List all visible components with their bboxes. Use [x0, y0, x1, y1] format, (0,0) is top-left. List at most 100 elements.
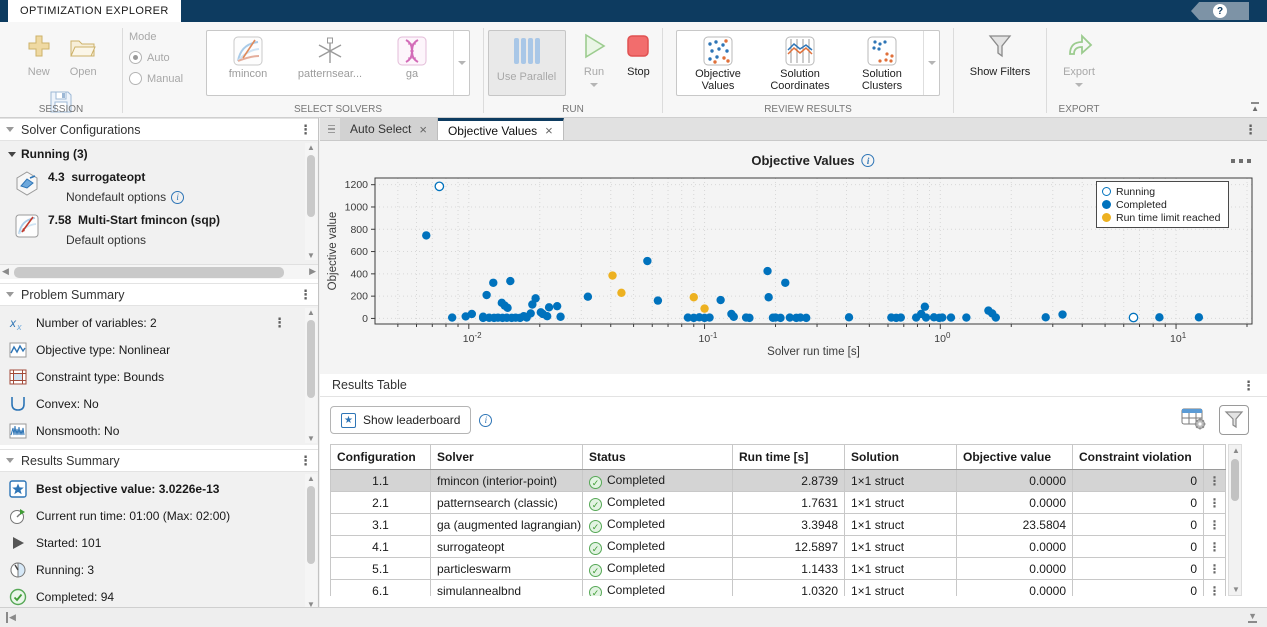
results-summary-header[interactable]: Results Summary ⋮: [0, 449, 318, 472]
scroll-up-icon[interactable]: ▲: [1232, 446, 1240, 455]
kebab-menu-icon[interactable]: ⋮: [1244, 123, 1257, 136]
row-kebab-icon[interactable]: ⋮: [1204, 492, 1226, 514]
table-row[interactable]: 6.1 simulannealbnd ✓Completed 1.0320 1×1…: [331, 580, 1226, 597]
scroll-left-icon[interactable]: ◀: [2, 266, 9, 277]
export-dropdown-icon[interactable]: [1075, 83, 1083, 87]
variables-icon: xx: [9, 314, 27, 332]
collapse-section-icon[interactable]: [6, 458, 14, 463]
scroll-down-icon[interactable]: ▼: [307, 434, 315, 443]
svg-text:1200: 1200: [345, 179, 369, 191]
app-tab[interactable]: OPTIMIZATION EXPLORER: [8, 0, 181, 22]
mode-auto-radio[interactable]: Auto: [129, 51, 193, 64]
table-row[interactable]: 3.1 ga (augmented lagrangian) ✓Completed…: [331, 514, 1226, 536]
table-settings-icon[interactable]: [1181, 406, 1207, 435]
solver-config-item[interactable]: 4.3 surrogateopt Nondefault optionsi: [14, 170, 318, 204]
show-leaderboard-button[interactable]: ★ Show leaderboard: [330, 406, 471, 434]
problem-summary-list: xx Number of variables: 2 ⋮ Objective ty…: [0, 306, 318, 445]
col-status[interactable]: Status: [583, 445, 733, 470]
col-objective[interactable]: Objective value: [957, 445, 1073, 470]
run-time-icon: [9, 507, 27, 525]
mode-manual-radio[interactable]: Manual: [129, 72, 193, 85]
scroll-right-icon[interactable]: ▶: [309, 266, 316, 277]
close-tab-icon[interactable]: ×: [545, 123, 553, 138]
row-kebab-icon[interactable]: ⋮: [1204, 514, 1226, 536]
solver-config-item[interactable]: 7.58 Multi-Start fmincon (sqp) Default o…: [14, 213, 318, 247]
row-kebab-icon[interactable]: ⋮: [1204, 536, 1226, 558]
scroll-up-icon[interactable]: ▲: [307, 308, 315, 317]
table-row[interactable]: 1.1 fmincon (interior-point) ✓Completed …: [331, 470, 1226, 492]
solver-gallery-dropdown[interactable]: [453, 31, 469, 95]
config-horizontal-scrollbar[interactable]: ◀ ▶: [0, 264, 318, 279]
kebab-menu-icon[interactable]: ⋮: [299, 288, 312, 301]
col-configuration[interactable]: Configuration: [331, 445, 431, 470]
problem-summary-title: Problem Summary: [21, 288, 292, 302]
solver-fmincon-button[interactable]: fmincon: [207, 31, 289, 95]
figure-options-icon[interactable]: [1231, 159, 1251, 163]
solver-patternsearch-button[interactable]: patternsear...: [289, 31, 371, 95]
export-button[interactable]: Export: [1059, 30, 1099, 87]
completed-status-icon: ✓: [589, 476, 602, 489]
problem-vertical-scrollbar[interactable]: ▲ ▼: [305, 308, 317, 443]
show-filters-button[interactable]: Show Filters: [960, 30, 1040, 78]
new-button[interactable]: New: [19, 30, 59, 78]
open-button[interactable]: Open: [63, 30, 103, 78]
solver-ga-button[interactable]: ga: [371, 31, 453, 95]
results-vertical-scrollbar[interactable]: ▲ ▼: [305, 474, 317, 609]
table-filter-button[interactable]: [1219, 405, 1249, 435]
info-icon[interactable]: i: [171, 191, 184, 204]
table-vertical-scrollbar[interactable]: ▲ ▼: [1228, 444, 1242, 596]
kebab-menu-icon[interactable]: ⋮: [299, 454, 312, 467]
main-area: Auto Select × Objective Values × ⋮ Objec…: [320, 118, 1267, 607]
kebab-menu-icon[interactable]: ⋮: [1242, 379, 1255, 392]
col-violation[interactable]: Constraint violation: [1073, 445, 1204, 470]
scroll-up-icon[interactable]: ▲: [307, 474, 315, 483]
col-solver[interactable]: Solver: [431, 445, 583, 470]
tab-grip-icon[interactable]: [324, 121, 338, 137]
tab-auto-select[interactable]: Auto Select ×: [340, 118, 438, 140]
info-icon[interactable]: i: [479, 414, 492, 427]
scroll-down-icon[interactable]: ▼: [1232, 585, 1240, 594]
running-group[interactable]: Running (3): [8, 147, 318, 161]
scroll-up-icon[interactable]: ▲: [307, 143, 315, 152]
col-runtime[interactable]: Run time [s]: [733, 445, 845, 470]
scatter-plot[interactable]: 10-210-1100101020040060080010001200Solve…: [320, 141, 1267, 374]
problem-summary-header[interactable]: Problem Summary ⋮: [0, 283, 318, 306]
collapse-bottom-panel-button[interactable]: ▼: [1248, 611, 1257, 623]
tab-objective-values[interactable]: Objective Values ×: [438, 118, 564, 140]
run-dropdown-icon[interactable]: [590, 83, 598, 87]
solution-coordinates-button[interactable]: Solution Coordinates: [759, 31, 841, 95]
review-gallery-dropdown[interactable]: [923, 31, 939, 95]
solution-clusters-button[interactable]: Solution Clusters: [841, 31, 923, 95]
scrollbar-thumb[interactable]: [1231, 459, 1239, 501]
table-row[interactable]: 5.1 particleswarm ✓Completed 1.1433 1×1 …: [331, 558, 1226, 580]
use-parallel-toggle[interactable]: Use Parallel: [488, 30, 566, 96]
row-kebab-icon[interactable]: ⋮: [1204, 558, 1226, 580]
scrollbar-thumb[interactable]: [14, 267, 284, 278]
collapse-section-icon[interactable]: [6, 127, 14, 132]
row-kebab-icon[interactable]: ⋮: [1204, 580, 1226, 597]
kebab-menu-icon[interactable]: ⋮: [299, 123, 312, 136]
results-table[interactable]: Configuration Solver Status Run time [s]…: [330, 444, 1226, 596]
objective-values-button[interactable]: Objective Values: [677, 31, 759, 95]
svg-text:0: 0: [362, 313, 368, 325]
table-row[interactable]: 2.1 patternsearch (classic) ✓Completed 1…: [331, 492, 1226, 514]
help-button[interactable]: ?: [1191, 2, 1249, 20]
results-table-header[interactable]: Results Table ⋮: [320, 374, 1267, 397]
collapse-section-icon[interactable]: [6, 292, 14, 297]
help-icon: ?: [1213, 4, 1227, 18]
table-row[interactable]: 4.1 surrogateopt ✓Completed 12.5897 1×1 …: [331, 536, 1226, 558]
radio-selected-icon: [129, 51, 142, 64]
row-kebab-icon[interactable]: ⋮: [1204, 470, 1226, 492]
run-button[interactable]: Run: [574, 30, 614, 87]
scatter-point: [730, 313, 738, 321]
solver-configurations-header[interactable]: Solver Configurations ⋮: [0, 118, 318, 141]
collapse-left-panel-button[interactable]: ◀: [6, 612, 16, 623]
kebab-menu-icon[interactable]: ⋮: [273, 316, 286, 329]
scroll-down-icon[interactable]: ▼: [307, 251, 315, 260]
close-tab-icon[interactable]: ×: [419, 122, 427, 137]
config-vertical-scrollbar[interactable]: ▲ ▼: [305, 143, 317, 260]
collapse-ribbon-button[interactable]: ▲: [1251, 102, 1259, 113]
stop-button[interactable]: Stop: [618, 30, 658, 78]
info-icon[interactable]: i: [862, 154, 875, 167]
col-solution[interactable]: Solution: [845, 445, 957, 470]
